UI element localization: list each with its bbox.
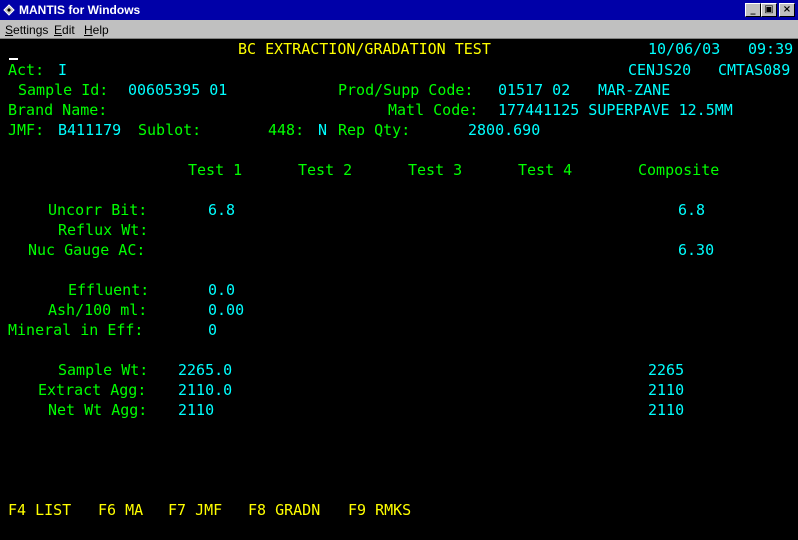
prod-supp-label: Prod/Supp Code: [338, 81, 474, 99]
column-composite: Composite [638, 161, 720, 179]
code-448-label: 448: [268, 121, 305, 139]
column-test-3: Test 3 [408, 161, 463, 179]
window-title-bar[interactable]: MANTIS for Windows _ ▣ × [0, 0, 798, 20]
f9-rmks-key[interactable]: F9 RMKS [348, 502, 411, 518]
matl-code-field[interactable]: 177441125 SUPERPAVE 12.5MM [498, 102, 733, 118]
effluent-label: Effluent: [68, 281, 150, 299]
prod-supp-field[interactable]: 01517 02 [498, 82, 570, 98]
extract-agg-test1[interactable]: 2110.0 [178, 382, 232, 398]
brand-name-label: Brand Name: [8, 101, 108, 119]
sample-wt-test1[interactable]: 2265.0 [178, 362, 232, 378]
supplier-name: MAR-ZANE [598, 81, 671, 99]
menu-help[interactable]: Help [84, 23, 109, 37]
sublot-label: Sublot: [138, 121, 202, 139]
menu-settings-label: ettings [13, 23, 49, 37]
menu-help-accel: H [84, 23, 93, 37]
uncorr-bit-composite: 6.8 [678, 201, 706, 219]
menu-help-label: elp [92, 23, 109, 37]
f6-ma-key[interactable]: F6 MA [98, 502, 143, 518]
nuc-gauge-label: Nuc Gauge AC: [28, 241, 146, 259]
menu-edit[interactable]: Edit [54, 23, 75, 37]
rep-qty-field[interactable]: 2800.690 [468, 122, 540, 138]
reflux-wt-label: Reflux Wt: [58, 221, 149, 239]
net-wt-agg-composite: 2110 [648, 401, 685, 419]
column-test-2: Test 2 [298, 161, 353, 179]
close-button[interactable]: × [779, 3, 795, 17]
screen-time: 09:39 [748, 40, 794, 58]
maximize-button[interactable]: ▣ [761, 3, 777, 17]
user-id: CENJS20 [628, 61, 692, 79]
jmf-field[interactable]: B411179 [58, 122, 121, 138]
column-test-4: Test 4 [518, 161, 573, 179]
terminal-id: CMTAS089 [718, 61, 791, 79]
menu-settings[interactable]: Settings [5, 23, 48, 37]
uncorr-bit-label: Uncorr Bit: [48, 201, 148, 219]
sample-wt-label: Sample Wt: [58, 361, 149, 379]
text-cursor [9, 58, 18, 60]
f8-gradn-key[interactable]: F8 GRADN [248, 502, 320, 518]
menu-bar: Settings Edit Help [0, 20, 798, 39]
sample-id-field[interactable]: 00605395 01 [128, 82, 227, 98]
sample-wt-composite: 2265 [648, 361, 685, 379]
menu-edit-label: dit [62, 23, 75, 37]
act-label: Act: [8, 61, 45, 79]
f4-list-key[interactable]: F4 LIST [8, 502, 71, 518]
window-title: MANTIS for Windows [19, 3, 141, 17]
menu-settings-accel: S [5, 23, 14, 37]
screen-date: 10/06/03 [648, 40, 721, 58]
net-wt-agg-label: Net Wt Agg: [48, 401, 148, 419]
column-test-1: Test 1 [188, 161, 243, 179]
uncorr-bit-test1[interactable]: 6.8 [208, 202, 235, 218]
f7-jmf-key[interactable]: F7 JMF [168, 502, 222, 518]
sample-id-label: Sample Id: [18, 81, 109, 99]
code-448-field[interactable]: N [318, 122, 327, 138]
net-wt-agg-test1[interactable]: 2110 [178, 402, 214, 418]
screen-title: BC EXTRACTION/GRADATION TEST [238, 40, 491, 58]
menu-edit-accel: E [54, 23, 63, 37]
extract-agg-label: Extract Agg: [38, 381, 147, 399]
act-field[interactable]: I [58, 62, 67, 78]
extract-agg-composite: 2110 [648, 381, 685, 399]
effluent-test1[interactable]: 0.0 [208, 282, 235, 298]
jmf-label: JMF: [8, 121, 45, 139]
rep-qty-label: Rep Qty: [338, 121, 411, 139]
mantis-app-icon[interactable] [3, 4, 15, 16]
mineral-label: Mineral in Eff: [8, 321, 144, 339]
matl-code-label: Matl Code: [388, 101, 479, 119]
nuc-gauge-composite: 6.30 [678, 241, 715, 259]
ash-label: Ash/100 ml: [48, 301, 148, 319]
minimize-button[interactable]: _ [745, 3, 761, 17]
ash-test1[interactable]: 0.00 [208, 302, 244, 318]
mineral-test1[interactable]: 0 [208, 322, 217, 338]
